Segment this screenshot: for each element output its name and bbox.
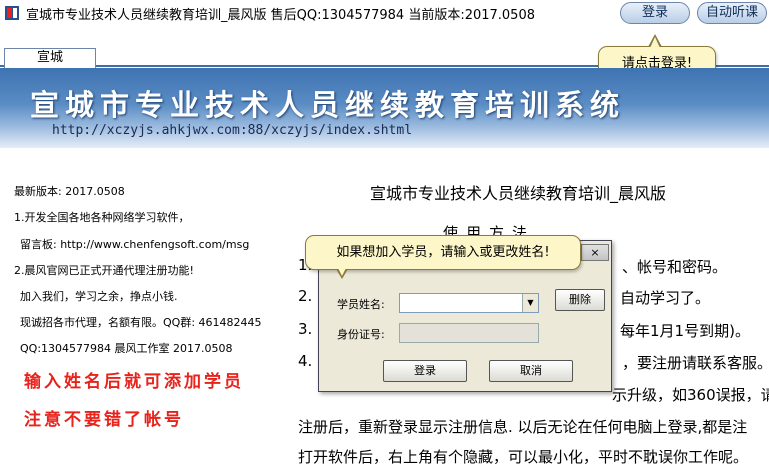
dialog-cancel-button[interactable]: 取消 (489, 360, 573, 382)
instruction-line: 4. (298, 352, 313, 370)
chevron-down-icon[interactable]: ▼ (522, 294, 538, 312)
title-bar: 宣城市专业技术人员继续教育培训_晨风版 售后QQ:1304577984 当前版本… (0, 0, 769, 26)
student-name-combo[interactable]: ▼ (399, 293, 539, 313)
news-line: 2.晨风官网已正式开通代理注册功能! (14, 264, 194, 277)
instruction-line: 每年1月1号到期)。 (620, 322, 750, 340)
instruction-line: 示升级，如360误报，请 (612, 386, 769, 404)
news-line: 加入我们，学习之余，挣点小钱. (20, 290, 178, 303)
dialog-login-button[interactable]: 登录 (383, 360, 467, 382)
login-button[interactable]: 登录 (620, 2, 690, 24)
login-tooltip-tail-fill (650, 37, 660, 48)
site-banner: 宣城市专业技术人员继续教育培训系统 http://xczyjs.ahkjwx.c… (0, 68, 769, 148)
instruction-line: 注册后，重新登录显示注册信息. 以后无论在任何电脑上登录,都是注 (298, 418, 748, 436)
dialog-hint-tooltip: 如果想加入学员，请输入或更改姓名! (305, 235, 581, 270)
instruction-line: 2. (298, 287, 313, 305)
instruction-line: ，要注册请联系客服。 (622, 354, 769, 372)
instruction-line: 自动学习了。 (620, 289, 711, 307)
instruction-line: 、帐号和密码。 (622, 258, 728, 276)
app-icon (5, 6, 19, 20)
version-line: 最新版本: 2017.0508 (14, 185, 125, 198)
banner-url[interactable]: http://xczyjs.ahkjwx.com:88/xczyjs/index… (52, 123, 412, 138)
delete-button[interactable]: 删除 (555, 289, 605, 311)
dialog-close-button[interactable]: × (581, 244, 609, 261)
banner-title: 宣城市专业技术人员继续教育培训系统 (30, 88, 626, 122)
news-line: 1.开发全国各地各种网络学习软件， (14, 211, 190, 224)
dialog-hint-tail-fill (338, 268, 346, 276)
tab-xuancheng[interactable]: 宣城 (4, 48, 96, 68)
red-note: 输入姓名后就可添加学员 (24, 372, 244, 392)
auto-lecture-button[interactable]: 自动听课 (697, 2, 767, 24)
guestbook-link[interactable]: 留言板: http://www.chenfengsoft.com/msg (20, 236, 249, 252)
news-line: 现诚招各市代理，名额有限。QQ群: 461482445 (20, 316, 262, 329)
instruction-line: 3. (298, 320, 313, 338)
instruction-line: 打开软件后，右上角有个隐藏，可以最小化，平时不耽误你工作呢。 (298, 448, 749, 466)
window-title: 宣城市专业技术人员继续教育培训_晨风版 售后QQ:1304577984 当前版本… (26, 8, 535, 23)
contact-line: QQ:1304577984 晨风工作室 2017.0508 (20, 342, 233, 355)
red-note: 注意不要错了帐号 (24, 410, 184, 430)
id-number-label: 身份证号: (337, 328, 385, 341)
id-number-field[interactable] (399, 323, 539, 343)
student-name-label: 学员姓名: (337, 298, 385, 311)
instructions-title: 宣城市专业技术人员继续教育培训_晨风版 (370, 184, 667, 203)
